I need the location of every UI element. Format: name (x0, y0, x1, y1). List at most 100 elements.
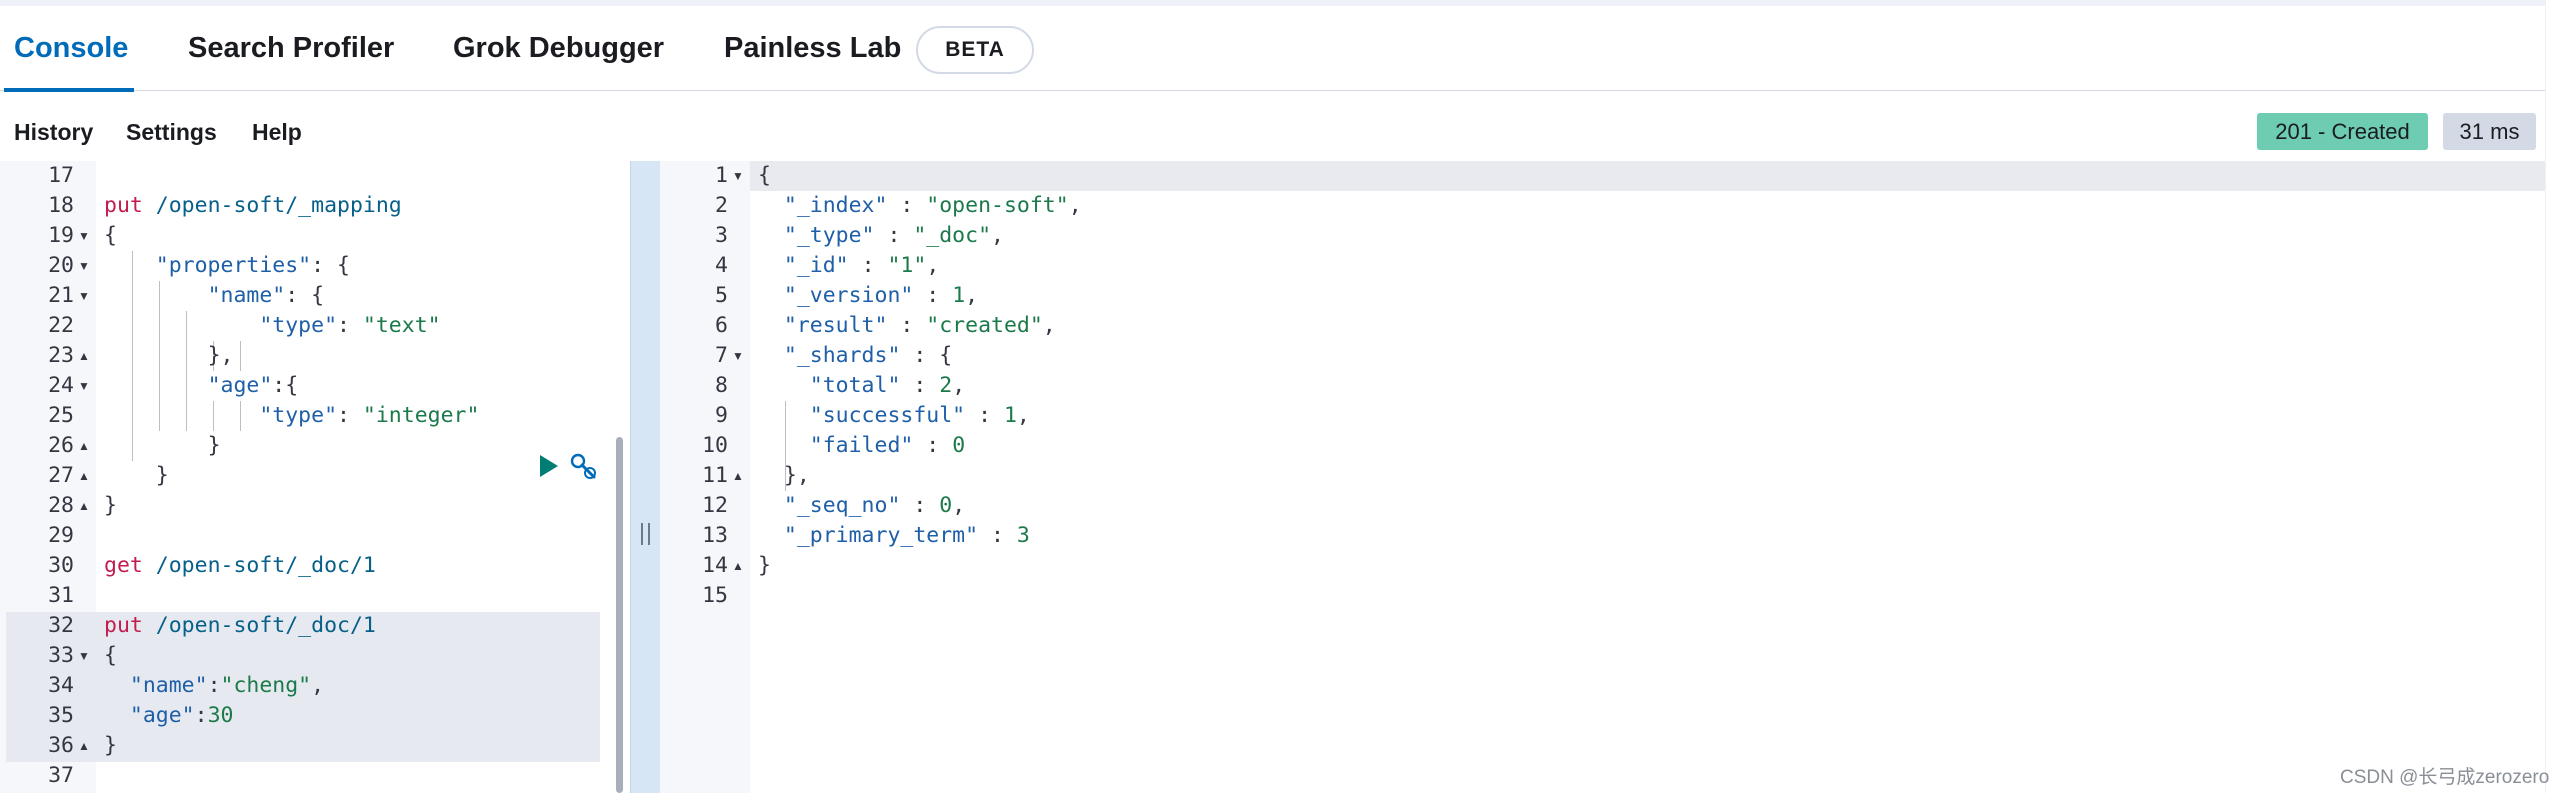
code-line: "successful" : 1, (809, 403, 1030, 428)
beta-badge: BETA (916, 26, 1034, 74)
code-line: } (104, 493, 117, 518)
play-icon[interactable] (538, 453, 560, 479)
fold-close-icon[interactable]: ▲ (732, 551, 744, 581)
response-editor[interactable]: 1 ▼{2 "_index" : "open-soft", 3 "_type" : … (660, 161, 2545, 793)
fold-close-icon[interactable]: ▲ (78, 341, 90, 371)
line-number: 6 (715, 313, 728, 338)
console-menu: History Settings Help 201 - Created 31 m… (0, 91, 2545, 161)
fold-close-icon[interactable]: ▲ (78, 461, 90, 491)
wrench-icon[interactable] (568, 451, 598, 481)
line-number: 12 (702, 493, 728, 518)
line-number: 34 (48, 673, 74, 698)
fold-open-icon[interactable]: ▼ (78, 281, 90, 311)
splitter-grip-icon[interactable] (641, 523, 650, 545)
watermark: CSDN @长弓成zerozero (2340, 767, 2550, 788)
fold-open-icon[interactable]: ▼ (78, 251, 90, 281)
fold-close-icon[interactable]: ▲ (732, 461, 744, 491)
status-badge: 201 - Created (2257, 113, 2428, 150)
fold-open-icon[interactable]: ▼ (732, 161, 744, 191)
code-line: "_index" : "open-soft", (783, 193, 1082, 218)
line-number: 7 (715, 343, 728, 368)
line-number: 23 (48, 343, 74, 368)
request-time-badge: 31 ms (2443, 113, 2536, 150)
code-line: put /open-soft/_mapping (104, 193, 402, 218)
fold-open-icon[interactable]: ▼ (78, 371, 90, 401)
fold-close-icon[interactable]: ▲ (78, 491, 90, 521)
code-line: "type": "text" (259, 313, 441, 338)
request-scroll-thumb[interactable] (616, 437, 623, 793)
code-line: } (207, 433, 221, 458)
line-number: 15 (702, 583, 728, 608)
line-number: 1 (715, 163, 728, 188)
fold-close-icon[interactable]: ▲ (78, 731, 90, 761)
line-number: 11 (702, 463, 728, 488)
code-line: "name":"cheng", (129, 673, 325, 698)
code-line: { (758, 163, 771, 188)
code-line: "_seq_no" : 0, (783, 493, 966, 518)
fold-open-icon[interactable]: ▼ (78, 641, 90, 671)
line-number: 31 (48, 583, 74, 608)
fold-close-icon[interactable]: ▲ (78, 431, 90, 461)
line-number: 36 (48, 733, 74, 758)
line-number: 14 (702, 553, 728, 578)
code-line: "_type" : "_doc", (783, 223, 1004, 248)
code-line: "failed" : 0 (809, 433, 966, 458)
line-number: 37 (48, 763, 74, 788)
help-link[interactable]: Help (252, 119, 302, 146)
code-line: } (758, 553, 771, 578)
line-number: 29 (48, 523, 74, 548)
indent-guide (240, 341, 241, 371)
code-line: put /open-soft/_doc/1 (104, 613, 376, 638)
page-scrollbar[interactable] (2545, 0, 2560, 793)
line-number: 26 (48, 433, 74, 458)
line-number: 10 (702, 433, 728, 458)
line-number: 3 (715, 223, 728, 248)
code-line: "_primary_term" : 3 (783, 523, 1030, 548)
active-line-highlight (750, 161, 2545, 191)
code-line: "result" : "created", (783, 313, 1056, 338)
settings-link[interactable]: Settings (126, 119, 217, 146)
code-line: }, (207, 343, 234, 368)
line-number: 19 (48, 223, 74, 248)
history-link[interactable]: History (14, 119, 93, 146)
code-line: "properties": { (155, 253, 350, 278)
code-line: "age":{ (207, 373, 299, 398)
line-number: 33 (48, 643, 74, 668)
code-line: { (104, 223, 117, 248)
line-number: 2 (715, 193, 728, 218)
line-number: 32 (48, 613, 74, 638)
line-number: 17 (48, 163, 74, 188)
code-line: get /open-soft/_doc/1 (104, 553, 376, 578)
tab-console[interactable]: Console (14, 32, 128, 65)
editor-splitter[interactable] (630, 161, 661, 793)
code-line: }, (783, 463, 810, 488)
line-number: 24 (48, 373, 74, 398)
code-line: "_id" : "1", (783, 253, 940, 278)
line-number: 13 (702, 523, 728, 548)
fold-open-icon[interactable]: ▼ (732, 341, 744, 371)
line-number: 28 (48, 493, 74, 518)
line-number: 21 (48, 283, 74, 308)
code-line: "_version" : 1, (783, 283, 979, 308)
line-number: 35 (48, 703, 74, 728)
line-number: 27 (48, 463, 74, 488)
app-tabs: Console Search Profiler Grok Debugger Pa… (0, 6, 2545, 92)
code-line: "_shards" : { (783, 343, 953, 368)
code-line: "name": { (207, 283, 325, 308)
request-editor[interactable]: 17 18 put /open-soft/_mapping 19 ▼{20 ▼ "prop… (0, 161, 630, 793)
line-number: 18 (48, 193, 74, 218)
line-number: 30 (48, 553, 74, 578)
line-number: 5 (715, 283, 728, 308)
fold-open-icon[interactable]: ▼ (78, 221, 90, 251)
code-line: "type": "integer" (259, 403, 480, 428)
line-number: 8 (715, 373, 728, 398)
tab-painless-lab[interactable]: Painless Lab (724, 32, 901, 65)
code-line: "age":30 (129, 703, 234, 728)
code-line: } (104, 733, 117, 758)
line-number: 25 (48, 403, 74, 428)
code-line: { (104, 643, 117, 668)
tab-search-profiler[interactable]: Search Profiler (188, 32, 394, 65)
line-number: 4 (715, 253, 728, 278)
code-line: } (155, 463, 169, 488)
tab-grok-debugger[interactable]: Grok Debugger (453, 32, 664, 65)
